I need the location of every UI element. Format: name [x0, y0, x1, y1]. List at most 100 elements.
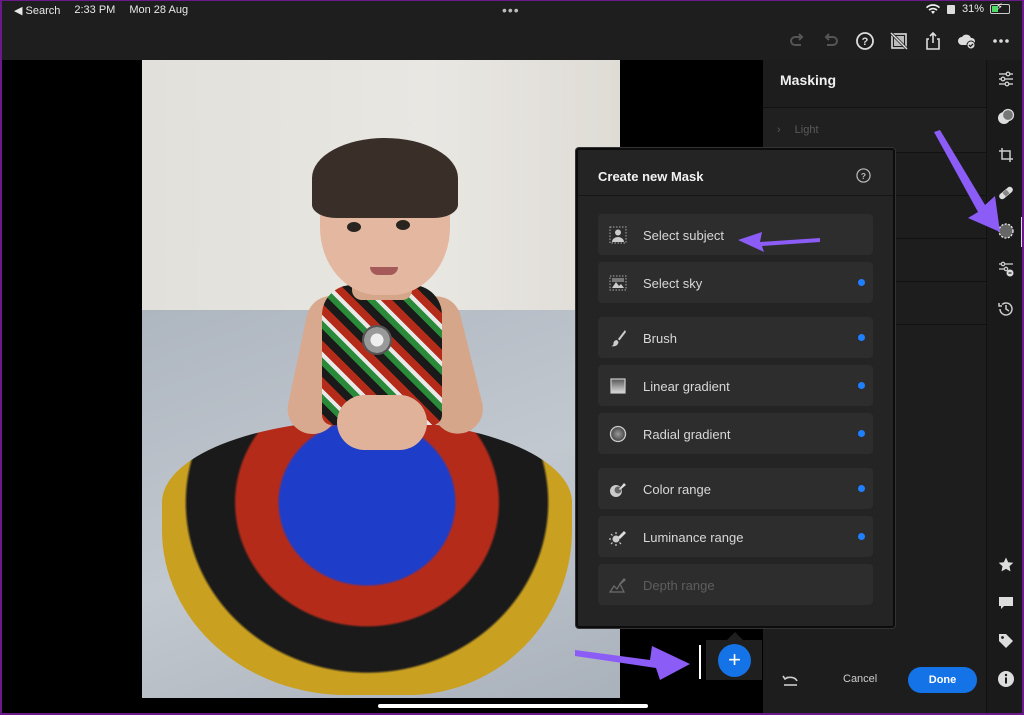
new-feature-dot — [858, 279, 865, 286]
photo-eye-right — [396, 220, 410, 230]
mask-option-select-subject[interactable]: Select subject — [598, 214, 873, 255]
add-mask-button[interactable]: + — [718, 644, 751, 677]
rail-comments-button[interactable] — [995, 592, 1017, 614]
brush-icon — [611, 330, 626, 347]
undo-button[interactable] — [818, 28, 844, 54]
photo-skirt — [162, 420, 572, 695]
svg-text:?: ? — [862, 36, 869, 48]
light-section-label: Light — [794, 124, 819, 136]
depth-range-icon — [608, 578, 626, 593]
battery-icon: ⚡ — [990, 2, 1010, 14]
cloud-synced-icon — [958, 34, 976, 50]
popup-caret — [727, 632, 743, 640]
svg-text:?: ? — [861, 171, 866, 181]
redo-icon — [790, 33, 804, 46]
masking-icon — [998, 223, 1014, 239]
comment-icon — [999, 597, 1013, 609]
mask-option-linear-gradient[interactable]: Linear gradient — [598, 365, 873, 406]
mask-option-label: Select subject — [643, 228, 724, 243]
presets-icon — [998, 108, 1015, 124]
mask-option-color-range[interactable]: Color range — [598, 468, 873, 509]
text-cursor — [699, 645, 701, 679]
mask-option-radial-gradient[interactable]: Radial gradient — [598, 413, 873, 454]
popup-title: Create new Mask — [598, 169, 704, 184]
mask-option-label: Linear gradient — [643, 379, 730, 394]
edit-sliders-icon — [999, 71, 1013, 87]
compare-off-icon — [889, 31, 909, 51]
healing-icon — [999, 186, 1013, 200]
mask-option-label: Select sky — [643, 276, 703, 291]
mask-option-select-sky[interactable]: Select sky — [598, 262, 873, 303]
light-section-header[interactable]: › Light — [777, 124, 819, 136]
rail-history-button[interactable] — [995, 298, 1017, 320]
rail-versions-button[interactable] — [995, 258, 1017, 280]
star-rating-icon — [998, 557, 1014, 572]
mask-option-brush[interactable]: Brush — [598, 317, 873, 358]
mask-option-depth-range: Depth range — [598, 564, 873, 605]
panel-title: Masking — [780, 72, 837, 88]
home-indicator[interactable] — [378, 704, 648, 708]
sim-icon — [946, 4, 955, 14]
reset-button[interactable] — [779, 670, 801, 692]
history-icon — [998, 302, 1013, 316]
rail-crop-button[interactable] — [995, 144, 1017, 166]
chevron-right-icon: › — [777, 124, 781, 136]
create-mask-popup: Create new Mask ? Select subject Select … — [576, 148, 895, 628]
status-bar: ◀ Search 2:33 PM Mon 28 Aug ••• 31% ⚡ — [0, 0, 1024, 22]
battery-percent: 31% — [961, 3, 984, 15]
active-tool-indicator — [1021, 217, 1023, 247]
info-icon — [998, 671, 1014, 687]
tag-icon — [999, 634, 1013, 648]
new-feature-dot — [858, 334, 865, 341]
cloud-sync-button[interactable] — [954, 28, 980, 54]
versions-icon — [999, 261, 1014, 277]
mask-option-luminance-range[interactable]: Luminance range — [598, 516, 873, 557]
mask-option-label: Radial gradient — [643, 427, 731, 442]
back-to-search-link[interactable]: ◀ Search — [14, 4, 60, 17]
reset-icon — [782, 675, 798, 686]
new-feature-dot — [858, 533, 865, 540]
photo-hair — [312, 138, 458, 218]
popup-help-button[interactable]: ? — [856, 168, 871, 183]
done-button[interactable]: Done — [908, 667, 977, 693]
new-feature-dot — [858, 485, 865, 492]
compare-button[interactable] — [886, 28, 912, 54]
crop-icon — [999, 148, 1013, 162]
top-toolbar: ? — [0, 22, 1024, 60]
rail-rating-button[interactable] — [995, 554, 1017, 576]
new-feature-dot — [858, 430, 865, 437]
color-range-icon — [610, 483, 626, 497]
linear-gradient-icon — [610, 378, 626, 394]
select-subject-icon — [609, 226, 627, 244]
redo-button[interactable] — [784, 28, 810, 54]
photo-hands — [337, 395, 427, 450]
multitasking-dots[interactable]: ••• — [502, 2, 520, 18]
select-sky-icon — [609, 275, 627, 291]
rail-edit-button[interactable] — [995, 68, 1017, 90]
help-button[interactable]: ? — [852, 28, 878, 54]
share-icon — [926, 31, 940, 50]
photo[interactable] — [142, 60, 620, 698]
rail-masking-button[interactable] — [995, 220, 1017, 242]
rail-presets-button[interactable] — [995, 106, 1017, 128]
cancel-button[interactable]: Cancel — [843, 673, 877, 685]
mask-option-label: Brush — [643, 331, 677, 346]
panel-footer: Cancel Done — [763, 650, 986, 710]
photo-eye-left — [347, 222, 361, 232]
more-icon — [993, 39, 1009, 43]
rail-keywords-button[interactable] — [995, 630, 1017, 652]
rail-info-button[interactable] — [995, 668, 1017, 690]
mask-option-label: Color range — [643, 482, 711, 497]
photo-mouth — [370, 267, 398, 275]
mask-option-label: Depth range — [643, 578, 715, 593]
status-date: Mon 28 Aug — [129, 4, 189, 16]
help-icon: ? — [856, 168, 871, 183]
rail-healing-button[interactable] — [995, 182, 1017, 204]
help-icon: ? — [856, 32, 874, 50]
more-button[interactable] — [988, 28, 1014, 54]
share-button[interactable] — [920, 28, 946, 54]
status-time: 2:33 PM — [74, 4, 116, 16]
new-feature-dot — [858, 382, 865, 389]
luminance-range-icon — [609, 531, 626, 546]
right-tool-rail — [986, 60, 1024, 715]
